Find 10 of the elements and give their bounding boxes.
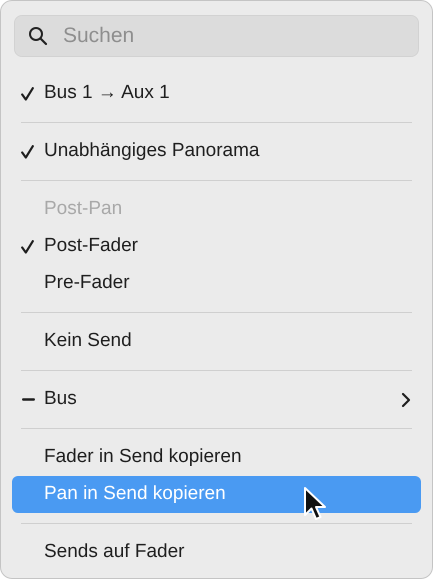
menu-item[interactable]: Post-Fader <box>12 228 421 265</box>
search-field[interactable]: Suchen <box>14 15 419 57</box>
search-icon <box>28 26 48 46</box>
menu-item[interactable]: Sends auf Fader <box>12 534 421 571</box>
menu-item[interactable]: Bus 1 → Aux 1 <box>12 75 421 112</box>
menu-item[interactable]: Fader in Send kopieren <box>12 439 421 476</box>
menu-item[interactable]: Unabhängiges Panorama <box>12 133 421 170</box>
menu-item[interactable]: Kein Send <box>12 323 421 360</box>
menu-item[interactable]: Bus <box>12 381 421 418</box>
menu-item[interactable]: Pre-Fader <box>12 265 421 302</box>
